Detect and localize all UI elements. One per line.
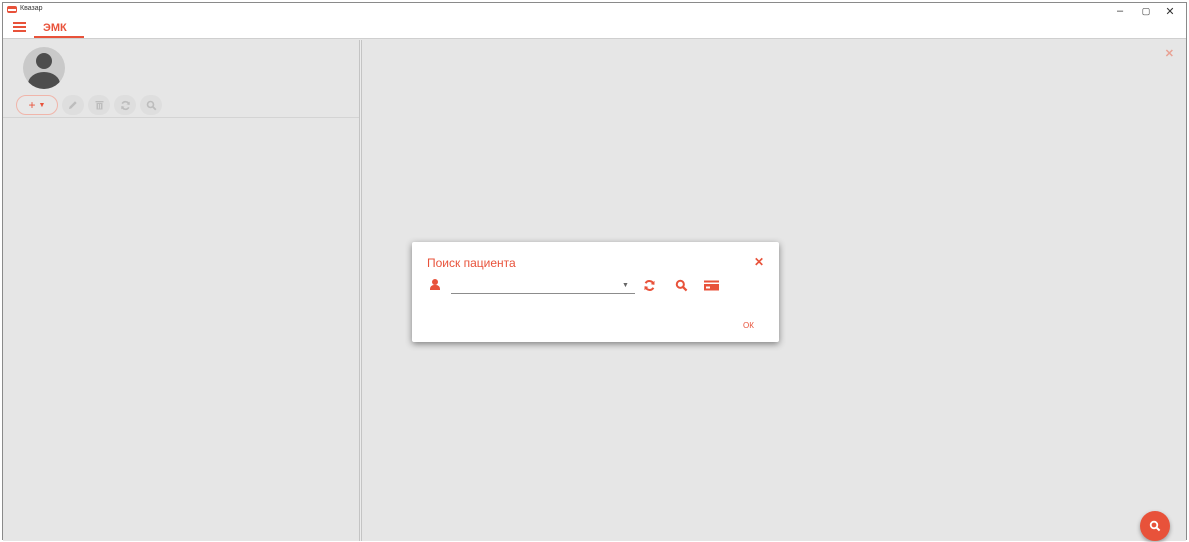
dialog-search-button[interactable] (672, 276, 690, 294)
dialog-close-icon[interactable]: ✕ (754, 255, 764, 269)
delete-button[interactable] (88, 95, 110, 115)
close-icon[interactable]: ✕ (1165, 47, 1174, 60)
tab-emk[interactable]: ЭМК (34, 21, 84, 38)
toolbar-divider (3, 117, 359, 118)
close-window-button[interactable]: ✕ (1157, 3, 1183, 19)
sidebar-toolbar: + ▼ (16, 95, 162, 117)
app-logo-icon (7, 6, 17, 13)
patient-sidebar: + ▼ (3, 40, 359, 541)
refresh-icon (120, 100, 130, 110)
trash-icon (95, 101, 103, 110)
edit-button[interactable] (62, 95, 84, 115)
search-icon (146, 100, 156, 110)
minimize-button[interactable]: – (1107, 3, 1133, 19)
card-icon (703, 280, 719, 290)
dialog-refresh-button[interactable] (640, 276, 658, 294)
ok-button[interactable]: ОК (743, 321, 754, 330)
add-button[interactable]: + ▼ (16, 95, 58, 115)
person-icon (430, 279, 440, 291)
title-bar: Квазар – ▢ ✕ ЭМК (3, 3, 1186, 39)
search-button[interactable] (140, 95, 162, 115)
maximize-button[interactable]: ▢ (1133, 3, 1159, 19)
avatar-body (28, 72, 60, 89)
dialog-card-button[interactable] (702, 276, 720, 294)
avatar-head (36, 53, 52, 69)
patient-search-dialog: Поиск пациента ✕ ▼ ОК (412, 242, 779, 342)
hamburger-menu-icon[interactable] (13, 22, 26, 32)
refresh-button[interactable] (114, 95, 136, 115)
search-fab-button[interactable] (1140, 511, 1170, 541)
caret-down-icon: ▼ (38, 101, 46, 109)
refresh-icon (643, 279, 655, 291)
window-title: Квазар (20, 5, 43, 12)
avatar (23, 47, 65, 89)
pencil-icon (69, 101, 77, 109)
dialog-title: Поиск пациента (427, 256, 516, 270)
plus-icon: + (28, 98, 36, 112)
search-icon (675, 279, 687, 291)
search-icon (1149, 520, 1161, 532)
patient-select-field[interactable] (451, 278, 635, 294)
dropdown-caret-icon[interactable]: ▼ (622, 282, 629, 289)
